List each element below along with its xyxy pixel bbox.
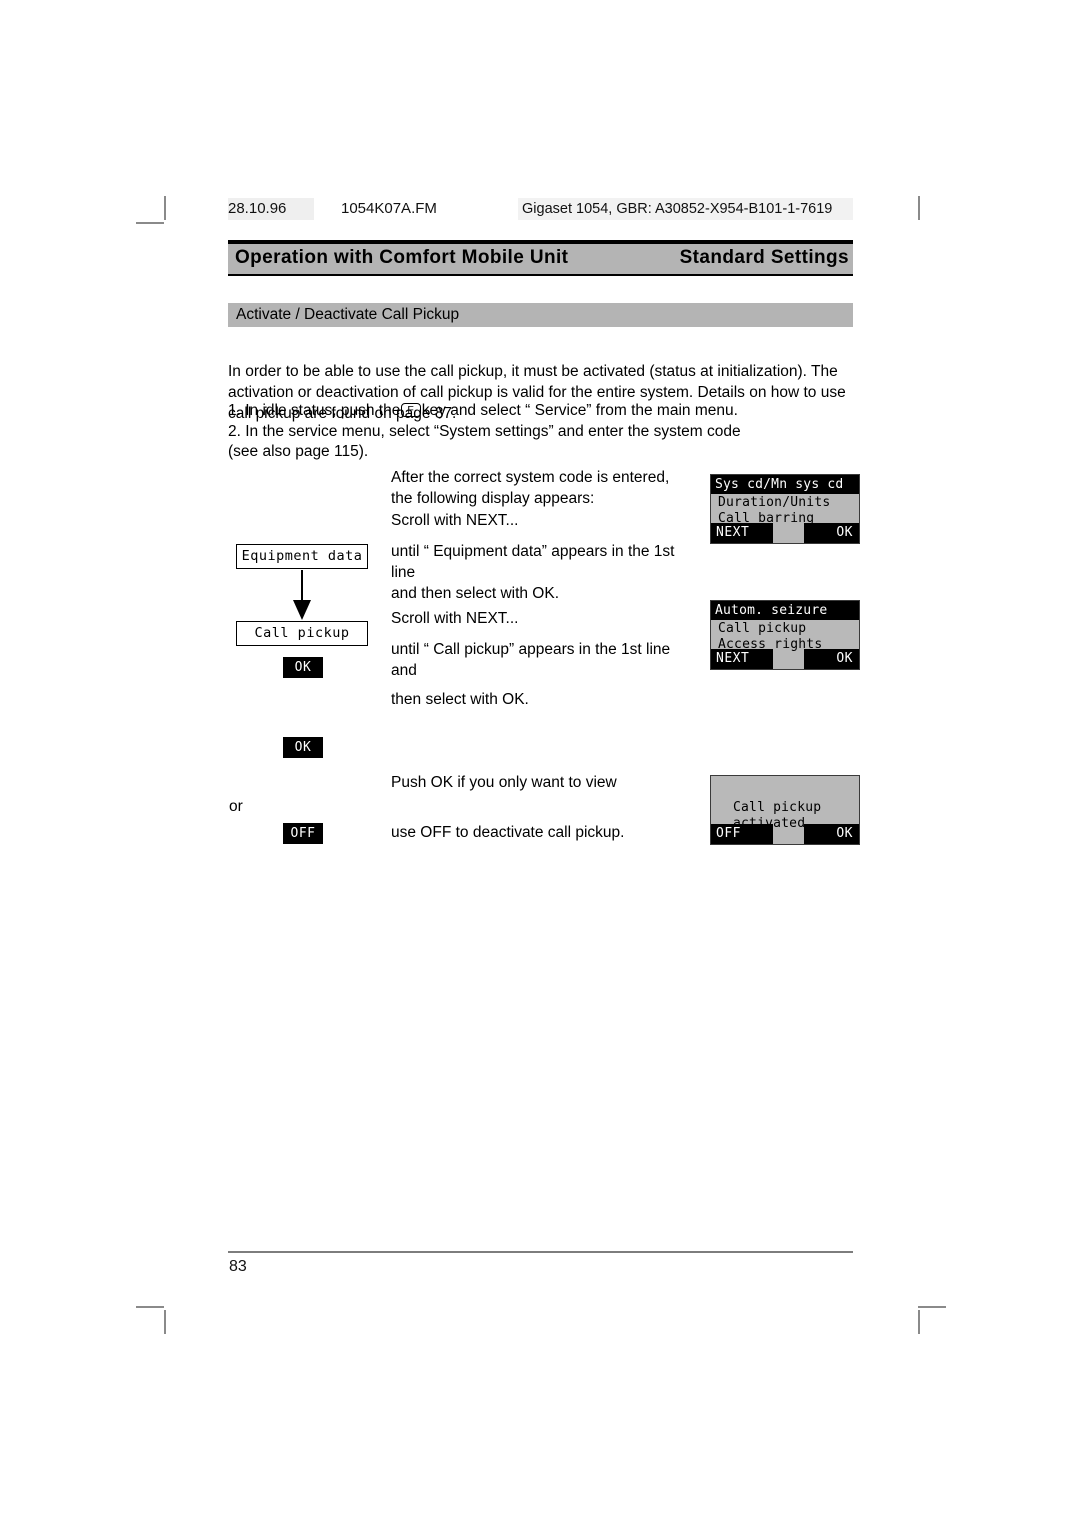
instruction-6-text: then select with OK. — [391, 691, 529, 708]
lcd-1-line-1: Duration/Units — [718, 495, 831, 510]
running-head: Operation with Comfort Mobile Unit Stand… — [228, 240, 853, 276]
lcd-display-call-pickup-activated: Call pickup activated OFF OK — [710, 775, 860, 845]
softkey-off[interactable]: OFF — [283, 823, 323, 844]
lcd-3-softkey-ok[interactable]: OK — [804, 824, 859, 844]
instruction-block-5: until “ Call pickup” appears in the 1st … — [391, 639, 711, 681]
footer-rule — [228, 1251, 853, 1253]
instruction-block-3: until “ Equipment data” appears in the 1… — [391, 541, 691, 604]
or-label: or — [229, 798, 243, 815]
crop-mark-top-right-vertical — [918, 196, 920, 220]
instruction-4-text: Scroll with NEXT... — [391, 610, 519, 627]
flow-box-equipment-data: Equipment data — [236, 544, 368, 569]
instruction-8-text: use OFF to deactivate call pickup. — [391, 824, 625, 841]
instruction-3-line-3: and then select with OK. — [391, 585, 560, 602]
lcd-2-softkey-ok[interactable]: OK — [804, 649, 859, 669]
instruction-3-line-2: line — [391, 564, 416, 581]
lcd-display-system-code: Sys cd/Mn sys cd Duration/Units Call bar… — [710, 474, 860, 544]
instruction-5-line-1: until “ Call pickup” appears in the 1st … — [391, 641, 671, 658]
instruction-block-4: Scroll with NEXT... — [391, 608, 691, 629]
section-heading-band: Activate / Deactivate Call Pickup — [228, 303, 853, 327]
f-key-icon: F — [401, 403, 421, 417]
running-head-rule-bottom — [228, 274, 853, 276]
lcd-1-title: Sys cd/Mn sys cd — [711, 475, 859, 494]
step-1-text-before: 1. In idle status, push the — [228, 402, 401, 419]
lcd-1-softkey-ok[interactable]: OK — [804, 523, 859, 543]
flow-box-call-pickup: Call pickup — [236, 621, 368, 646]
running-head-section: Standard Settings — [679, 247, 849, 268]
step-1-text-after: key and select “ Service” from the main … — [421, 402, 738, 419]
instruction-3-line-1: until “ Equipment data” appears in the 1… — [391, 543, 675, 560]
crop-mark-top-left-vertical — [164, 196, 166, 220]
instruction-block-6: then select with OK. — [391, 689, 691, 710]
step-1: 1. In idle status, push the Fkey and sele… — [228, 401, 856, 422]
instruction-block-2: Scroll with NEXT... — [391, 510, 691, 531]
crop-mark-bottom-right-vertical — [918, 1310, 920, 1334]
instruction-block-7: Push OK if you only want to view — [391, 772, 691, 793]
crop-mark-bottom-right-horizontal — [918, 1306, 946, 1308]
crop-mark-bottom-left-horizontal — [136, 1306, 164, 1308]
instruction-7-text: Push OK if you only want to view — [391, 774, 617, 791]
instruction-block-1: After the correct system code is entered… — [391, 467, 691, 509]
flow-arrow-head-icon — [293, 600, 311, 620]
lcd-display-autom-seizure: Autom. seizure Call pickup Access rights… — [710, 600, 860, 670]
print-header: 28.10.96 1054K07A.FM Gigaset 1054, GBR: … — [228, 198, 853, 222]
print-date: 28.10.96 — [228, 198, 314, 220]
running-head-chapter: Operation with Comfort Mobile Unit — [235, 247, 569, 268]
lcd-2-softkey-next[interactable]: NEXT — [711, 649, 773, 669]
print-filename: 1054K07A.FM — [341, 200, 437, 217]
softkey-ok-first[interactable]: OK — [283, 657, 323, 678]
softkey-ok-second[interactable]: OK — [283, 737, 323, 758]
lcd-2-title: Autom. seizure — [711, 601, 859, 620]
step-2: 2. In the service menu, select “System s… — [228, 422, 741, 440]
crop-mark-top-left-horizontal — [136, 222, 164, 224]
instruction-5-line-2: and — [391, 662, 417, 679]
lcd-3-line-1: Call pickup — [733, 800, 822, 815]
step-2-continuation: (see also page 115). — [228, 443, 369, 460]
section-heading-text: Activate / Deactivate Call Pickup — [236, 306, 460, 323]
page-number: 83 — [229, 1258, 247, 1275]
lcd-3-softkey-off[interactable]: OFF — [711, 824, 773, 844]
instruction-1-line-1: After the correct system code is entered… — [391, 469, 670, 486]
instruction-block-8: use OFF to deactivate call pickup. — [391, 822, 691, 843]
lcd-1-softkey-next[interactable]: NEXT — [711, 523, 773, 543]
instruction-2-text: Scroll with NEXT... — [391, 512, 519, 529]
lcd-2-line-1: Call pickup — [718, 621, 807, 636]
document-identifier: Gigaset 1054, GBR: A30852-X954-B101-1-76… — [518, 198, 853, 220]
running-head-bar: Operation with Comfort Mobile Unit Stand… — [228, 244, 853, 274]
crop-mark-bottom-left-vertical — [164, 1310, 166, 1334]
numbered-steps: 1. In idle status, push the Fkey and sele… — [228, 401, 856, 463]
instruction-1-line-2: the following display appears: — [391, 490, 595, 507]
